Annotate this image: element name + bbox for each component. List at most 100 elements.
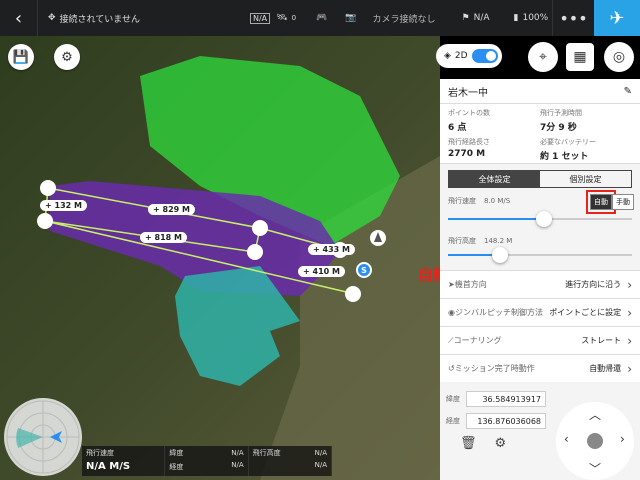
arrow-left-icon[interactable]: ‹: [564, 432, 569, 446]
radar-view: [4, 398, 82, 476]
setting-mission-complete[interactable]: ↺ ミッション完了時動作 自動帰還 ›: [440, 354, 640, 382]
waypoint-3[interactable]: [252, 220, 268, 236]
layers-icon: ◈: [444, 51, 451, 61]
arrow-up-icon[interactable]: ︿: [589, 406, 601, 423]
camera-icon: 📷: [345, 13, 357, 23]
tab-individual-settings[interactable]: 個別設定: [540, 171, 631, 187]
gear-icon: ⚙: [61, 49, 73, 65]
battery-icon: ▮: [513, 13, 519, 23]
arrow-down-icon[interactable]: ﹀: [589, 460, 601, 477]
chevron-right-icon: ›: [627, 277, 632, 292]
stat-path-length: 飛行経路長さ 2770 M: [448, 137, 540, 162]
stat-battery-needed: 必要なバッテリー約 1 セット: [540, 137, 632, 162]
waypoint-6[interactable]: [345, 286, 361, 302]
camera-status-text: カメラ接続なし: [372, 14, 436, 25]
distance-label-1: + 132 M: [40, 200, 87, 211]
direction-pad[interactable]: ︿ ﹀ ‹ ›: [556, 402, 634, 480]
more-button[interactable]: •••: [552, 0, 594, 36]
telemetry-alt2-value: N/A: [314, 461, 327, 469]
top-status-bar: ‹ ✥ 接続されていません N/A 🛰 0 🎮 📷 カメラ接続なし ⚑ N/A ▮ 1…: [0, 0, 640, 36]
setting-value: 自動帰還: [589, 364, 622, 373]
speed-slider[interactable]: [448, 211, 632, 227]
longitude-label: 経度: [446, 417, 460, 425]
stat-flight-time: 飛行予測時間 7分 9 秒: [540, 108, 632, 133]
airplane-icon: ✈: [609, 7, 625, 29]
battery-status: ▮ 100%: [514, 13, 549, 23]
satellite-count: 0: [291, 14, 297, 22]
mission-title-bar: 岩木一中 ✎: [440, 79, 640, 104]
save-icon: 💾: [12, 49, 30, 65]
battery-level: 100%: [522, 13, 549, 23]
distance-value-4: 433 M: [322, 245, 350, 254]
manual-mode-button[interactable]: 手動: [612, 194, 634, 210]
trash-icon[interactable]: 🗑: [460, 436, 477, 451]
telemetry-alt-value: N/A: [314, 449, 327, 457]
altitude-setting: 飛行高度 148.2 M: [440, 232, 640, 270]
distance-label-3: + 818 M: [140, 232, 187, 243]
compass-button[interactable]: ◎: [604, 42, 634, 72]
connection-status-text: 接続されていません: [59, 14, 141, 25]
stat-label: 必要なバッテリー: [540, 138, 596, 146]
telemetry-speed-value: N/A M/S: [86, 461, 131, 472]
distance-value-2: 829 M: [162, 205, 190, 214]
map-thumbnail-icon: ▦: [573, 49, 587, 65]
distance-value-5: 410 M: [312, 267, 340, 276]
2d-toggle-label: 2D: [454, 51, 468, 61]
latitude-label: 緯度: [446, 395, 460, 403]
setting-cornering[interactable]: ⟋ コーナリング ストレート ›: [440, 326, 640, 354]
distance-value-3: 818 M: [154, 233, 182, 242]
tab-global-settings[interactable]: 全体設定: [449, 171, 540, 187]
telemetry-speed: 飛行速度 N/A M/S: [82, 446, 166, 476]
speed-slider-knob[interactable]: [535, 211, 552, 227]
telemetry-coordinates: 緯度 N/A 経度 N/A: [165, 446, 249, 476]
latitude-input[interactable]: 36.584913917: [466, 391, 546, 407]
2d-toggle[interactable]: ◈ 2D: [436, 44, 502, 68]
adjust-icon[interactable]: ⚙: [495, 436, 507, 451]
gps-mode-badge: N/A: [250, 12, 271, 24]
setting-label: ミッション完了時動作: [454, 364, 535, 373]
telemetry-lat-value: N/A: [231, 449, 244, 457]
takeoff-button[interactable]: ✈: [594, 0, 640, 36]
gps-status: ⚑ N/A: [462, 13, 490, 23]
remote-controller-status: 🎮: [316, 13, 327, 23]
setting-gimbal-pitch[interactable]: ◉ ジンバルピッチ制御方法 ポイントごとに設定 ›: [440, 298, 640, 326]
locate-button[interactable]: ⌖: [528, 42, 558, 72]
longitude-input[interactable]: 136.876036068: [466, 413, 546, 429]
waypoint-1[interactable]: [40, 180, 56, 196]
stat-value: 7分 9 秒: [540, 123, 577, 133]
back-button[interactable]: ‹: [0, 0, 38, 36]
auto-mode-button[interactable]: 自動: [586, 190, 616, 214]
setting-label: コーナリング: [453, 336, 502, 345]
settings-tabs: 全体設定 個別設定: [448, 170, 632, 188]
gps-mode: N/A: [228, 12, 271, 24]
controller-icon: 🎮: [316, 13, 328, 23]
stat-value: 2770 M: [448, 149, 486, 159]
settings-button[interactable]: ⚙: [54, 44, 80, 70]
setting-value: ポイントごとに設定: [549, 308, 622, 317]
setting-value: ストレート: [581, 336, 622, 345]
chevron-right-icon: ›: [627, 305, 632, 320]
altitude-slider-knob[interactable]: [491, 247, 508, 263]
mission-name: 岩木一中: [448, 87, 488, 99]
waypoint-4[interactable]: [247, 244, 263, 260]
more-icon: •••: [559, 8, 588, 28]
stat-value: 約 1 セット: [540, 152, 589, 162]
setting-value: 進行方向に沿う: [565, 280, 622, 289]
altitude-value: 148.2 M: [484, 237, 513, 245]
edit-icon[interactable]: ✎: [624, 86, 632, 97]
arrow-right-icon[interactable]: ›: [620, 432, 625, 446]
2d-switch[interactable]: [471, 49, 498, 63]
distance-label-5: + 410 M: [298, 266, 345, 277]
dpad-center[interactable]: [587, 433, 603, 449]
setting-heading[interactable]: ➤ 機首方向 進行方向に沿う ›: [440, 270, 640, 298]
setting-label: ジンバルピッチ制御方法: [454, 308, 543, 317]
altitude-slider[interactable]: [448, 247, 632, 263]
stat-label: 飛行経路長さ: [448, 138, 490, 146]
waypoint-2[interactable]: [37, 213, 53, 229]
speed-value: 8.0 M/S: [484, 197, 511, 205]
save-button[interactable]: 💾: [8, 44, 34, 70]
distance-label-2: + 829 M: [148, 204, 195, 215]
speed-slider-fill: [448, 218, 544, 220]
map-preview-button[interactable]: ▦: [566, 43, 594, 71]
distance-value-1: 132 M: [54, 201, 82, 210]
